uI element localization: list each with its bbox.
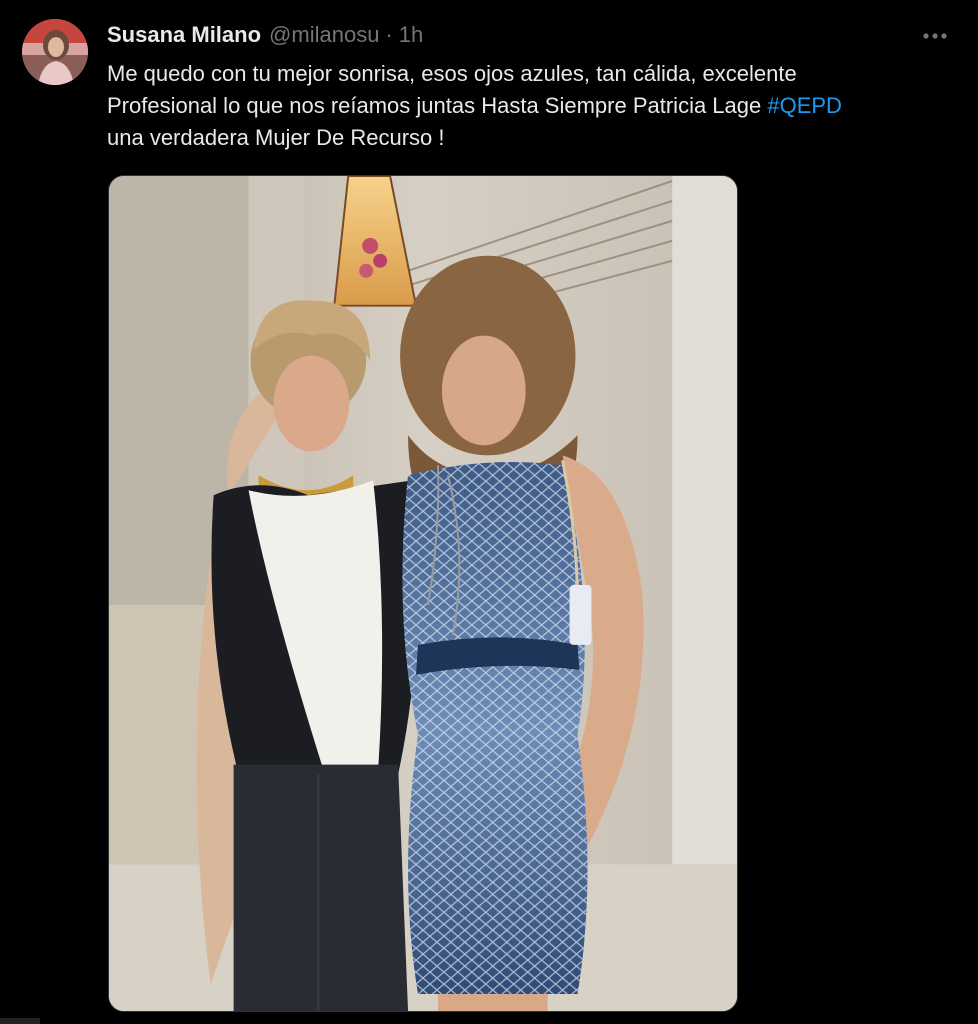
author-name[interactable]: Susana Milano	[107, 22, 261, 48]
timestamp-link[interactable]: 1h	[399, 22, 423, 48]
author-avatar[interactable]	[22, 19, 88, 85]
tweet-text-line-2-body: Profesional lo que nos reíamos juntas Ha…	[107, 93, 768, 118]
hashtag-link[interactable]: #QEPD	[767, 93, 842, 118]
author-handle[interactable]: @milanosu	[269, 22, 379, 48]
tweet-text-line-3: una verdadera Mujer De Recurso !	[107, 125, 445, 150]
avatar-image	[22, 19, 88, 85]
more-horizontal-icon	[923, 33, 947, 39]
more-options-button[interactable]	[914, 22, 956, 50]
separator-dot: ·	[385, 22, 393, 47]
tweet-header: Susana Milano @milanosu · 1h	[107, 22, 423, 50]
tweet-text-line-1: Me quedo con tu mejor sonrisa, esos ojos…	[107, 61, 797, 86]
tweet-photo[interactable]	[108, 175, 738, 1012]
tweet-text: Me quedo con tu mejor sonrisa, esos ojos…	[107, 58, 957, 154]
scrollbar-hint	[0, 1018, 40, 1024]
tweet[interactable]: Susana Milano @milanosu · 1h Me quedo co…	[0, 0, 978, 1024]
photo-image	[109, 176, 737, 1011]
tweet-text-line-2: Profesional lo que nos reíamos juntas Ha…	[107, 90, 957, 122]
